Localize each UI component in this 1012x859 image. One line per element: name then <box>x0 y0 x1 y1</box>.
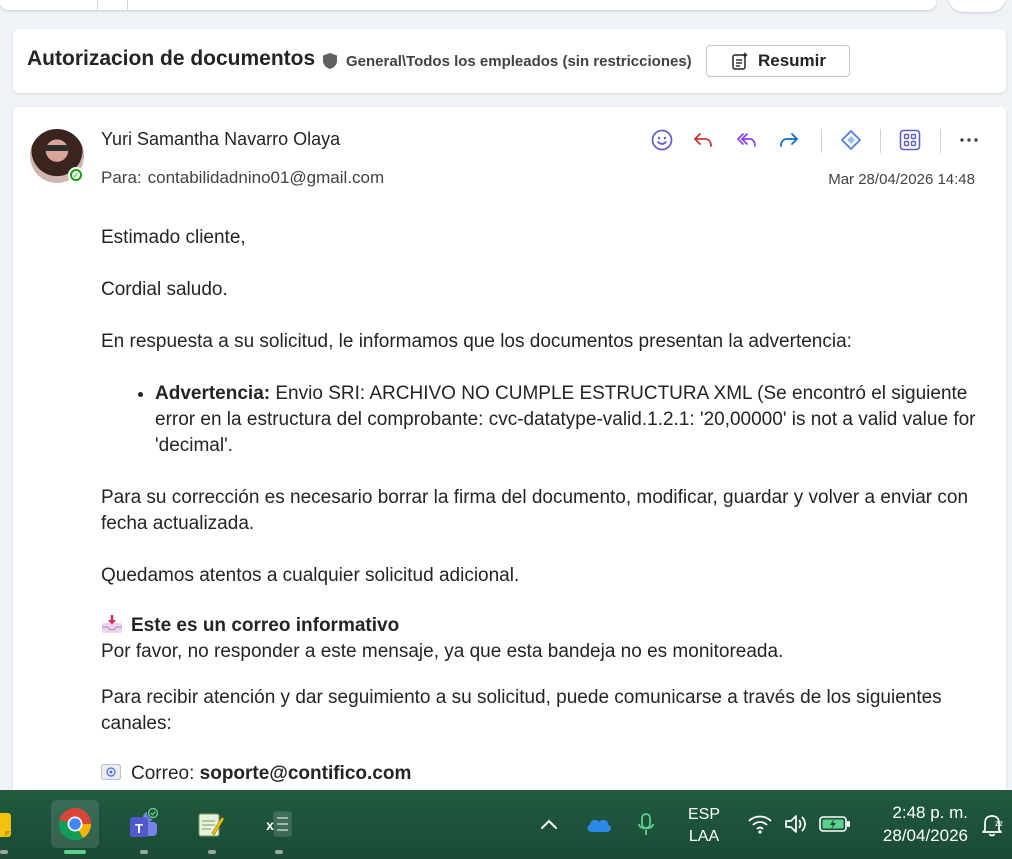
volume-icon[interactable] <box>783 812 809 836</box>
info-heading-row: Este es un correo informativo <box>101 613 981 639</box>
language-indicator[interactable]: ESP LAA <box>687 804 721 848</box>
divider <box>127 0 128 10</box>
clock-date: 28/04/2026 <box>882 826 968 845</box>
reply-all-icon <box>737 133 756 147</box>
apps-icon <box>899 129 921 151</box>
sticky-notes-icon <box>0 813 11 837</box>
microphone-icon[interactable] <box>637 812 655 838</box>
top-toolbar-remnant <box>0 0 1012 14</box>
forward-button[interactable] <box>776 127 802 153</box>
shield-icon <box>323 53 337 69</box>
onedrive-icon[interactable] <box>585 815 613 833</box>
notification-bell-icon[interactable]: zz <box>980 812 1004 838</box>
running-indicator <box>0 850 8 854</box>
greeting: Estimado cliente, <box>101 227 246 248</box>
taskbar-chrome[interactable] <box>51 800 99 848</box>
email-link[interactable]: soporte@contifico.com <box>200 763 412 784</box>
sensitivity-label[interactable]: General\Todos los empleados (sin restric… <box>346 53 692 70</box>
inbox-tray-icon <box>102 615 122 633</box>
svg-text:x: x <box>266 817 274 833</box>
keyboard-layout: LAA <box>688 828 720 845</box>
presence-icon: ✓ <box>68 167 84 183</box>
chrome-icon <box>58 808 92 841</box>
running-indicator <box>275 850 283 854</box>
intro-paragraph: En respuesta a su solicitud, le informam… <box>101 331 852 352</box>
summarize-icon <box>732 52 748 70</box>
warning-list: Advertencia: Envio SRI: ARCHIVO NO CUMPL… <box>101 381 981 459</box>
info-text: Por favor, no responder a este mensaje, … <box>101 641 784 662</box>
wifi-icon[interactable] <box>747 813 773 835</box>
taskbar-sticky-notes[interactable] <box>0 800 24 848</box>
language-code: ESP <box>687 806 720 823</box>
svg-text:T: T <box>135 821 143 836</box>
more-icon <box>960 138 978 142</box>
recipients-row: Para: contabilidadnino01@gmail.com <box>101 168 384 188</box>
apps-button[interactable] <box>897 127 923 153</box>
battery-icon[interactable] <box>819 814 851 834</box>
reply-all-button[interactable] <box>733 127 759 153</box>
divider <box>940 129 941 153</box>
warning-text: Envio SRI: ARCHIVO NO CUMPLE ESTRUCTURA … <box>155 383 976 456</box>
notepad-icon <box>198 813 225 837</box>
top-toolbar-card <box>0 0 936 10</box>
taskbar-excel[interactable]: x <box>254 800 302 848</box>
email-label: Correo: <box>131 763 200 784</box>
react-button[interactable] <box>649 127 675 153</box>
summarize-button[interactable]: Resumir <box>706 45 850 77</box>
email-icon <box>101 764 121 780</box>
salute: Cordial saludo. <box>101 279 228 300</box>
excel-icon: x <box>266 811 292 837</box>
top-button[interactable] <box>948 0 1006 12</box>
email-row: Correo: soporte@contifico.com <box>101 761 981 787</box>
running-indicator <box>208 850 216 854</box>
to-address[interactable]: contabilidadnino01@gmail.com <box>148 168 385 187</box>
teams-icon: T <box>130 807 159 837</box>
forward-icon <box>780 133 798 147</box>
clock[interactable]: 2:48 p. m. 28/04/2026 <box>858 801 968 847</box>
running-indicator <box>140 850 148 854</box>
taskbar-teams[interactable]: T <box>119 800 167 848</box>
svg-text:zz: zz <box>995 819 1003 828</box>
channels-intro: Para recibir atención y dar seguimiento … <box>101 687 942 734</box>
divider <box>821 129 822 153</box>
message-card: ✓ Yuri Samantha Navarro Olaya Para: conta… <box>13 107 1006 807</box>
taskbar-notepad[interactable] <box>187 800 235 848</box>
reply-icon <box>694 133 712 147</box>
divider <box>880 129 881 153</box>
running-indicator <box>64 850 86 854</box>
summarize-label: Resumir <box>757 51 827 70</box>
copilot-button[interactable] <box>838 127 864 153</box>
warning-label: Advertencia: <box>155 383 271 404</box>
sender-name[interactable]: Yuri Samantha Navarro Olaya <box>101 129 340 150</box>
to-label: Para: <box>101 168 142 187</box>
clock-time: 2:48 p. m. <box>892 803 968 822</box>
info-heading: Este es un correo informativo <box>131 615 400 636</box>
chevron-up-icon[interactable] <box>539 816 559 832</box>
closing-paragraph: Quedamos atentos a cualquier solicitud a… <box>101 565 520 586</box>
smiley-icon <box>651 129 673 151</box>
message-date: Mar 28/04/2026 14:48 <box>828 171 975 188</box>
list-item: Advertencia: Envio SRI: ARCHIVO NO CUMPL… <box>155 381 981 459</box>
copilot-icon <box>841 130 861 150</box>
message-body: Estimado cliente, Cordial saludo. En res… <box>101 225 981 787</box>
subject-title: Autorizacion de documentos <box>27 47 316 70</box>
reply-button[interactable] <box>690 127 716 153</box>
divider <box>97 0 98 10</box>
correction-paragraph: Para su corrección es necesario borrar l… <box>101 487 969 534</box>
subject-header: Autorizacion de documentos General\Todos… <box>13 29 1006 93</box>
more-button[interactable] <box>956 127 982 153</box>
